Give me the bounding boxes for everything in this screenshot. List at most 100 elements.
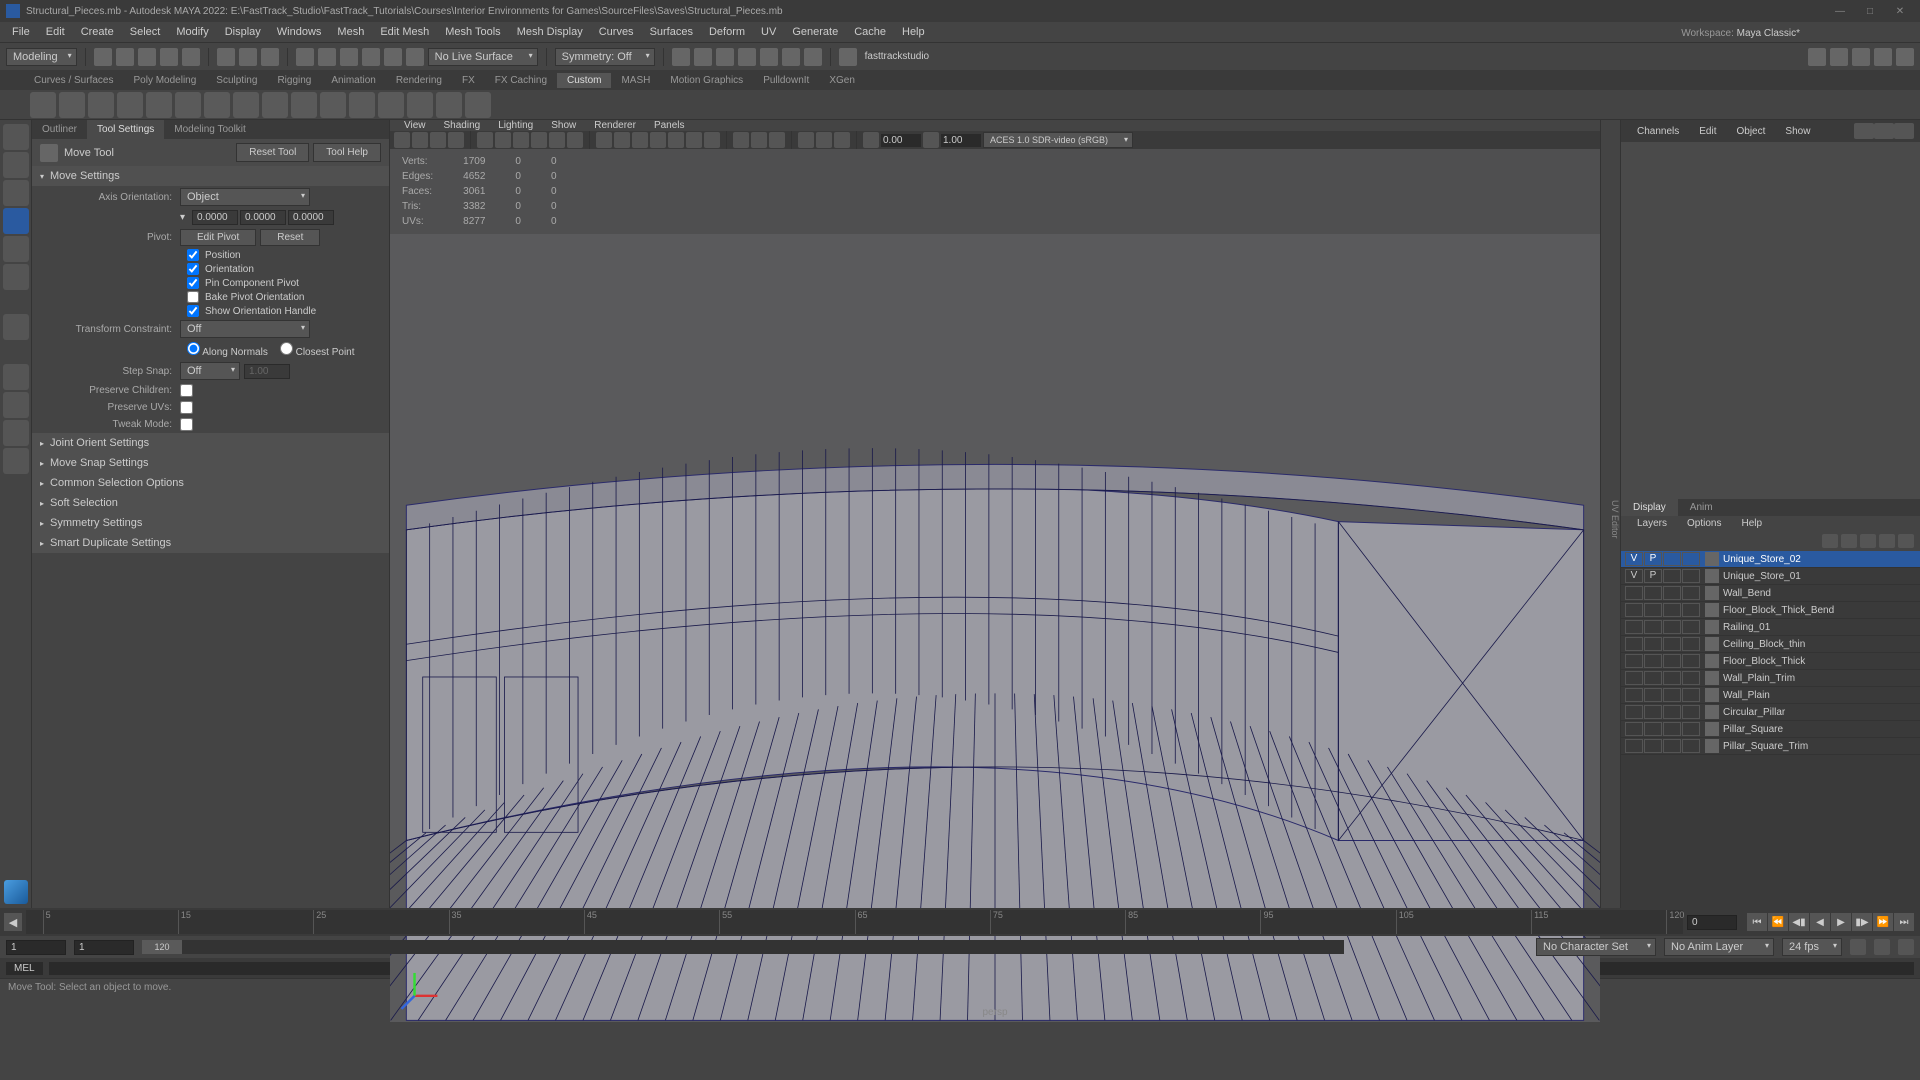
vp-menu-renderer[interactable]: Renderer: [586, 120, 644, 131]
vp-tool-icon[interactable]: [751, 132, 767, 148]
joint-orient[interactable]: Joint Orient Settings: [32, 433, 389, 453]
vp-menu-shading[interactable]: Shading: [436, 120, 489, 131]
rp-help[interactable]: Help: [1731, 518, 1772, 529]
rp-menu-object[interactable]: Object: [1727, 126, 1776, 137]
prefs-icon[interactable]: [1898, 939, 1914, 955]
rotate-tool[interactable]: [3, 236, 29, 262]
shelf-button[interactable]: [233, 92, 259, 118]
shelf-tab[interactable]: Rendering: [386, 73, 452, 88]
shelf-tab[interactable]: Animation: [321, 73, 385, 88]
menu-deform[interactable]: Deform: [701, 26, 753, 38]
edit-pivot-button[interactable]: Edit Pivot: [180, 229, 256, 246]
tl-start-handle[interactable]: ◀: [4, 913, 22, 931]
shelf-tab[interactable]: Sculpting: [206, 73, 267, 88]
show-orientation-check[interactable]: [187, 305, 199, 317]
last-tool[interactable]: [3, 314, 29, 340]
layout-tool[interactable]: [3, 364, 29, 390]
rp-menu-edit[interactable]: Edit: [1689, 126, 1726, 137]
layer-icon[interactable]: [1822, 534, 1838, 548]
vp-tool-icon[interactable]: [531, 132, 547, 148]
play-back-icon[interactable]: ◀: [1810, 913, 1830, 931]
rp-tab-anim[interactable]: Anim: [1678, 499, 1725, 516]
shelf-button[interactable]: [117, 92, 143, 118]
layer-row[interactable]: Floor_Block_Thick_Bend: [1621, 602, 1920, 619]
smart-duplicate[interactable]: Smart Duplicate Settings: [32, 533, 389, 553]
shelf-button[interactable]: [378, 92, 404, 118]
goto-end-icon[interactable]: ⏭: [1894, 913, 1914, 931]
symmetry-settings[interactable]: Symmetry Settings: [32, 513, 389, 533]
exposure-a-input[interactable]: [881, 134, 921, 147]
shelf-button[interactable]: [30, 92, 56, 118]
shelf-tab-active[interactable]: Custom: [557, 73, 611, 88]
maximize-button[interactable]: □: [1856, 2, 1884, 20]
step-fwd-icon[interactable]: ⏩: [1873, 913, 1893, 931]
char-set-dropdown[interactable]: No Character Set: [1536, 938, 1656, 956]
tab-tool-settings[interactable]: Tool Settings: [87, 120, 164, 139]
menu-surfaces[interactable]: Surfaces: [642, 26, 701, 38]
orientation-check[interactable]: [187, 263, 199, 275]
prev-key-icon[interactable]: ◀▮: [1789, 913, 1809, 931]
step-snap-dropdown[interactable]: Off: [180, 362, 240, 380]
snap-grid-icon[interactable]: [296, 48, 314, 66]
menu-edit-mesh[interactable]: Edit Mesh: [372, 26, 437, 38]
vp-tool-icon[interactable]: [704, 132, 720, 148]
vp-tool-icon[interactable]: [614, 132, 630, 148]
range-slider[interactable]: 120: [142, 940, 1344, 954]
shelf-button[interactable]: [146, 92, 172, 118]
shelf-tab[interactable]: FX Caching: [485, 73, 557, 88]
rp-menu-show[interactable]: Show: [1775, 126, 1820, 137]
vp-tool-icon[interactable]: [923, 132, 939, 148]
step-back-icon[interactable]: ⏪: [1768, 913, 1788, 931]
menu-create[interactable]: Create: [73, 26, 122, 38]
menu-mesh-display[interactable]: Mesh Display: [509, 26, 591, 38]
menu-generate[interactable]: Generate: [784, 26, 846, 38]
rp-menu-channels[interactable]: Channels: [1627, 126, 1689, 137]
vp-tool-icon[interactable]: [650, 132, 666, 148]
snap-curve-icon[interactable]: [318, 48, 336, 66]
lasso-icon[interactable]: [239, 48, 257, 66]
layer-row[interactable]: Wall_Bend: [1621, 585, 1920, 602]
time-slider[interactable]: 5152535455565758595105115120: [26, 910, 1683, 934]
range-start-input[interactable]: [6, 940, 66, 955]
vp-menu-lighting[interactable]: Lighting: [490, 120, 541, 131]
vp-tool-icon[interactable]: [686, 132, 702, 148]
prefs-icon[interactable]: [1850, 939, 1866, 955]
next-key-icon[interactable]: ▮▶: [1852, 913, 1872, 931]
vp-tool-icon[interactable]: [596, 132, 612, 148]
vp-tool-icon[interactable]: [477, 132, 493, 148]
attr-editor-icon[interactable]: [1852, 48, 1870, 66]
construction-history-icon[interactable]: [672, 48, 690, 66]
snap-view-icon[interactable]: [406, 48, 424, 66]
snap-live-icon[interactable]: [384, 48, 402, 66]
viewport-3d[interactable]: persp: [390, 234, 1600, 1022]
shelf-tab[interactable]: Motion Graphics: [660, 73, 753, 88]
ipr-render-icon[interactable]: [716, 48, 734, 66]
vp-tool-icon[interactable]: [798, 132, 814, 148]
paint-select-icon[interactable]: [261, 48, 279, 66]
preserve-uvs-check[interactable]: [180, 401, 193, 414]
redo-icon[interactable]: [182, 48, 200, 66]
goto-start-icon[interactable]: ⏮: [1747, 913, 1767, 931]
shelf-tab[interactable]: XGen: [819, 73, 865, 88]
vp-tool-icon[interactable]: [567, 132, 583, 148]
tab-outliner[interactable]: Outliner: [32, 120, 87, 139]
play-fwd-icon[interactable]: ▶: [1831, 913, 1851, 931]
prefs-icon[interactable]: [1874, 939, 1890, 955]
vp-tool-icon[interactable]: [769, 132, 785, 148]
shelf-button[interactable]: [436, 92, 462, 118]
move-tool[interactable]: [3, 208, 29, 234]
shelf-button[interactable]: [204, 92, 230, 118]
shelf-button[interactable]: [407, 92, 433, 118]
colorspace-dropdown[interactable]: ACES 1.0 SDR-video (sRGB): [983, 132, 1133, 148]
vp-tool-icon[interactable]: [394, 132, 410, 148]
common-selection[interactable]: Common Selection Options: [32, 473, 389, 493]
layer-row[interactable]: Floor_Block_Thick: [1621, 653, 1920, 670]
layer-icon[interactable]: [1898, 534, 1914, 548]
layer-icon[interactable]: [1841, 534, 1857, 548]
rp-layers[interactable]: Layers: [1627, 518, 1677, 529]
reset-pivot-button[interactable]: Reset: [260, 229, 320, 246]
range-cur-start-input[interactable]: [74, 940, 134, 955]
cb-icon[interactable]: [1874, 123, 1894, 139]
scale-tool[interactable]: [3, 264, 29, 290]
coord-x-input[interactable]: [192, 210, 238, 225]
